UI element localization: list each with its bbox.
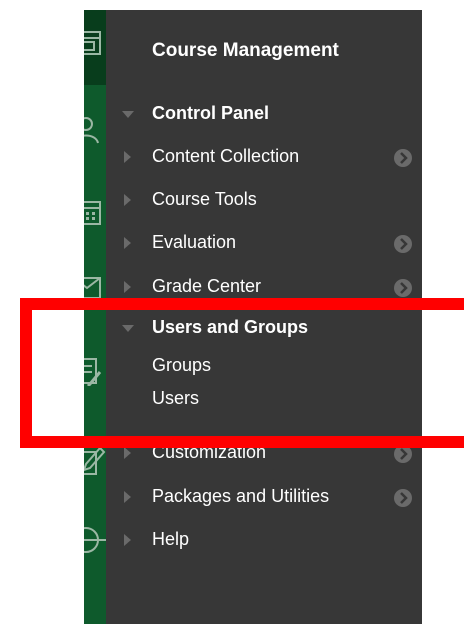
- messages-icon[interactable]: [84, 270, 106, 300]
- caret-right-icon[interactable]: [124, 151, 131, 163]
- menu-item-label: Content Collection: [152, 146, 300, 166]
- calendar-icon[interactable]: [84, 198, 106, 228]
- menu-item-control-panel[interactable]: Control Panel: [106, 99, 422, 129]
- caret-right-icon[interactable]: [124, 447, 131, 459]
- menu-item-label: Packages and Utilities: [152, 486, 330, 506]
- go-arrow-icon[interactable]: [394, 445, 412, 463]
- caret-right-icon[interactable]: [124, 237, 131, 249]
- sign-out-icon[interactable]: [84, 525, 106, 555]
- caret-right-icon[interactable]: [124, 491, 131, 503]
- menu-item-evaluation[interactable]: Evaluation: [106, 228, 422, 258]
- submenu-item-groups[interactable]: Groups: [106, 351, 422, 381]
- caret-down-icon[interactable]: [122, 111, 134, 118]
- caret-down-icon[interactable]: [122, 325, 134, 332]
- menu-item-help[interactable]: Help: [106, 525, 422, 555]
- caret-right-icon[interactable]: [124, 534, 131, 546]
- menu-item-label: Help: [152, 529, 190, 549]
- menu-item-packages-and-utilities[interactable]: Packages and Utilities: [106, 482, 422, 512]
- menu-item-grade-center[interactable]: Grade Center: [106, 272, 422, 302]
- menu-item-label: Control Panel: [152, 103, 270, 123]
- go-arrow-icon[interactable]: [394, 279, 412, 297]
- caret-right-icon[interactable]: [124, 194, 131, 206]
- menu-item-label: Grade Center: [152, 276, 262, 296]
- menu-item-customization[interactable]: Customization: [106, 438, 422, 468]
- edit-icon[interactable]: [84, 446, 106, 476]
- submenu-item-label[interactable]: Groups: [152, 355, 211, 376]
- grades-icon[interactable]: [84, 356, 106, 386]
- course-home-icon[interactable]: [84, 28, 106, 58]
- menu-item-label: Evaluation: [152, 232, 237, 252]
- menu-item-label: Course Tools: [152, 189, 257, 209]
- go-arrow-icon[interactable]: [394, 235, 412, 253]
- people-icon[interactable]: [84, 115, 106, 145]
- go-arrow-icon[interactable]: [394, 149, 412, 167]
- menu-item-course-tools[interactable]: Course Tools: [106, 185, 422, 215]
- menu-item-label: Customization: [152, 442, 267, 462]
- menu-item-content-collection[interactable]: Content Collection: [106, 142, 422, 172]
- submenu-item-label[interactable]: Users: [152, 388, 199, 409]
- course-menu-screenshot: Course Management Control Panel Content …: [0, 0, 464, 624]
- menu-item-users-and-groups[interactable]: Users and Groups: [106, 313, 422, 343]
- menu-item-label: Users and Groups: [152, 317, 309, 337]
- panel-title: Course Management: [152, 40, 339, 61]
- go-arrow-icon[interactable]: [394, 489, 412, 507]
- submenu-item-users[interactable]: Users: [106, 384, 422, 414]
- caret-right-icon[interactable]: [124, 281, 131, 293]
